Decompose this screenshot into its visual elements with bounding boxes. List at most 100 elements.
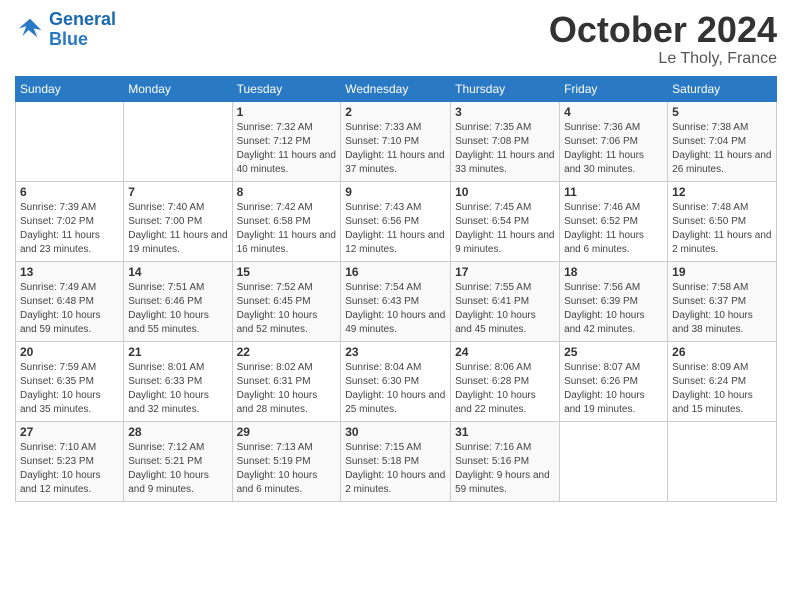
day-info: Sunrise: 7:54 AMSunset: 6:43 PMDaylight:… xyxy=(345,281,446,337)
day-number: 25 xyxy=(564,345,663,359)
day-info: Sunrise: 7:38 AMSunset: 7:04 PMDaylight:… xyxy=(672,121,772,177)
calendar-day-cell xyxy=(16,101,124,181)
calendar-day-cell: 11Sunrise: 7:46 AMSunset: 6:52 PMDayligh… xyxy=(560,181,668,261)
day-info: Sunrise: 8:07 AMSunset: 6:26 PMDaylight:… xyxy=(564,361,663,417)
calendar-body: 1Sunrise: 7:32 AMSunset: 7:12 PMDaylight… xyxy=(16,101,777,501)
calendar-header-row: SundayMondayTuesdayWednesdayThursdayFrid… xyxy=(16,76,777,101)
day-number: 20 xyxy=(20,345,119,359)
calendar-day-cell: 8 Sunrise: 7:42 AMSunset: 6:58 PMDaylight… xyxy=(232,181,341,261)
day-info: Sunrise: 7:43 AMSunset: 6:56 PMDaylight:… xyxy=(345,201,446,257)
calendar-day-cell: 2 Sunrise: 7:33 AMSunset: 7:10 PMDaylight… xyxy=(341,101,451,181)
day-info: Sunrise: 7:49 AMSunset: 6:48 PMDaylight:… xyxy=(20,281,119,337)
calendar-day-cell: 17 Sunrise: 7:55 AMSunset: 6:41 PMDayligh… xyxy=(451,261,560,341)
day-info: Sunrise: 7:55 AMSunset: 6:41 PMDaylight:… xyxy=(455,281,555,337)
day-info: Sunrise: 7:52 AMSunset: 6:45 PMDaylight:… xyxy=(237,281,337,337)
day-number: 5 xyxy=(672,105,772,119)
header: General Blue October 2024 Le Tholy, Fran… xyxy=(15,10,777,68)
calendar-day-cell: 18 Sunrise: 7:56 AMSunset: 6:39 PMDayligh… xyxy=(560,261,668,341)
calendar-day-cell: 6 Sunrise: 7:39 AMSunset: 7:02 PMDaylight… xyxy=(16,181,124,261)
day-info: Sunrise: 7:15 AMSunset: 5:18 PMDaylight:… xyxy=(345,441,446,497)
calendar-week-row: 1Sunrise: 7:32 AMSunset: 7:12 PMDaylight… xyxy=(16,101,777,181)
calendar-day-cell: 25 Sunrise: 8:07 AMSunset: 6:26 PMDayligh… xyxy=(560,341,668,421)
day-number: 24 xyxy=(455,345,555,359)
logo-line1: General xyxy=(49,9,116,29)
calendar-day-cell: 10Sunrise: 7:45 AMSunset: 6:54 PMDayligh… xyxy=(451,181,560,261)
day-info: Sunrise: 7:39 AMSunset: 7:02 PMDaylight:… xyxy=(20,201,119,257)
calendar-day-cell xyxy=(124,101,232,181)
calendar-day-cell: 22Sunrise: 8:02 AMSunset: 6:31 PMDayligh… xyxy=(232,341,341,421)
day-info: Sunrise: 7:10 AMSunset: 5:23 PMDaylight:… xyxy=(20,441,119,497)
calendar-day-cell: 14 Sunrise: 7:51 AMSunset: 6:46 PMDayligh… xyxy=(124,261,232,341)
day-number: 9 xyxy=(345,185,446,199)
day-number: 30 xyxy=(345,425,446,439)
day-number: 15 xyxy=(237,265,337,279)
day-info: Sunrise: 8:01 AMSunset: 6:33 PMDaylight:… xyxy=(128,361,227,417)
title-block: October 2024 Le Tholy, France xyxy=(549,10,777,68)
calendar-day-cell: 23 Sunrise: 8:04 AMSunset: 6:30 PMDayligh… xyxy=(341,341,451,421)
calendar-day-cell: 30 Sunrise: 7:15 AMSunset: 5:18 PMDayligh… xyxy=(341,421,451,501)
calendar-day-cell: 21 Sunrise: 8:01 AMSunset: 6:33 PMDayligh… xyxy=(124,341,232,421)
calendar-day-cell: 7 Sunrise: 7:40 AMSunset: 7:00 PMDaylight… xyxy=(124,181,232,261)
day-number: 19 xyxy=(672,265,772,279)
calendar-header-cell: Thursday xyxy=(451,76,560,101)
day-number: 3 xyxy=(455,105,555,119)
calendar-week-row: 27 Sunrise: 7:10 AMSunset: 5:23 PMDayligh… xyxy=(16,421,777,501)
logo-bird-icon xyxy=(15,15,45,45)
day-number: 18 xyxy=(564,265,663,279)
day-number: 27 xyxy=(20,425,119,439)
calendar-day-cell: 5 Sunrise: 7:38 AMSunset: 7:04 PMDaylight… xyxy=(668,101,777,181)
day-number: 14 xyxy=(128,265,227,279)
day-info: Sunrise: 7:51 AMSunset: 6:46 PMDaylight:… xyxy=(128,281,227,337)
day-info: Sunrise: 7:48 AMSunset: 6:50 PMDaylight:… xyxy=(672,201,772,257)
day-info: Sunrise: 7:42 AMSunset: 6:58 PMDaylight:… xyxy=(237,201,337,257)
day-number: 21 xyxy=(128,345,227,359)
day-number: 12 xyxy=(672,185,772,199)
calendar-header-cell: Tuesday xyxy=(232,76,341,101)
day-number: 2 xyxy=(345,105,446,119)
day-number: 31 xyxy=(455,425,555,439)
day-number: 28 xyxy=(128,425,227,439)
location: Le Tholy, France xyxy=(549,50,777,68)
day-number: 8 xyxy=(237,185,337,199)
calendar-header-cell: Monday xyxy=(124,76,232,101)
logo: General Blue xyxy=(15,10,116,50)
day-number: 23 xyxy=(345,345,446,359)
logo-line2: Blue xyxy=(49,29,88,49)
calendar-day-cell: 19 Sunrise: 7:58 AMSunset: 6:37 PMDayligh… xyxy=(668,261,777,341)
day-info: Sunrise: 7:32 AMSunset: 7:12 PMDaylight:… xyxy=(237,121,337,177)
calendar-day-cell: 20 Sunrise: 7:59 AMSunset: 6:35 PMDayligh… xyxy=(16,341,124,421)
day-info: Sunrise: 8:06 AMSunset: 6:28 PMDaylight:… xyxy=(455,361,555,417)
day-info: Sunrise: 7:58 AMSunset: 6:37 PMDaylight:… xyxy=(672,281,772,337)
day-number: 7 xyxy=(128,185,227,199)
day-number: 29 xyxy=(237,425,337,439)
logo-text: General Blue xyxy=(49,10,116,50)
day-info: Sunrise: 7:36 AMSunset: 7:06 PMDaylight:… xyxy=(564,121,663,177)
day-info: Sunrise: 7:40 AMSunset: 7:00 PMDaylight:… xyxy=(128,201,227,257)
calendar-day-cell xyxy=(560,421,668,501)
day-info: Sunrise: 7:12 AMSunset: 5:21 PMDaylight:… xyxy=(128,441,227,497)
day-info: Sunrise: 7:59 AMSunset: 6:35 PMDaylight:… xyxy=(20,361,119,417)
calendar-table: SundayMondayTuesdayWednesdayThursdayFrid… xyxy=(15,76,777,502)
day-info: Sunrise: 7:33 AMSunset: 7:10 PMDaylight:… xyxy=(345,121,446,177)
calendar-week-row: 13Sunrise: 7:49 AMSunset: 6:48 PMDayligh… xyxy=(16,261,777,341)
day-info: Sunrise: 8:04 AMSunset: 6:30 PMDaylight:… xyxy=(345,361,446,417)
calendar-header-cell: Friday xyxy=(560,76,668,101)
calendar-header-cell: Saturday xyxy=(668,76,777,101)
page: General Blue October 2024 Le Tholy, Fran… xyxy=(0,0,792,512)
calendar-header-cell: Wednesday xyxy=(341,76,451,101)
calendar-day-cell: 15 Sunrise: 7:52 AMSunset: 6:45 PMDayligh… xyxy=(232,261,341,341)
day-number: 4 xyxy=(564,105,663,119)
calendar-day-cell xyxy=(668,421,777,501)
calendar-day-cell: 29Sunrise: 7:13 AMSunset: 5:19 PMDayligh… xyxy=(232,421,341,501)
calendar-week-row: 20 Sunrise: 7:59 AMSunset: 6:35 PMDayligh… xyxy=(16,341,777,421)
day-number: 26 xyxy=(672,345,772,359)
calendar-day-cell: 9 Sunrise: 7:43 AMSunset: 6:56 PMDaylight… xyxy=(341,181,451,261)
day-number: 11 xyxy=(564,185,663,199)
day-info: Sunrise: 7:56 AMSunset: 6:39 PMDaylight:… xyxy=(564,281,663,337)
calendar-header-cell: Sunday xyxy=(16,76,124,101)
month-title: October 2024 xyxy=(549,10,777,50)
day-number: 17 xyxy=(455,265,555,279)
calendar-day-cell: 1Sunrise: 7:32 AMSunset: 7:12 PMDaylight… xyxy=(232,101,341,181)
day-info: Sunrise: 7:35 AMSunset: 7:08 PMDaylight:… xyxy=(455,121,555,177)
day-number: 6 xyxy=(20,185,119,199)
